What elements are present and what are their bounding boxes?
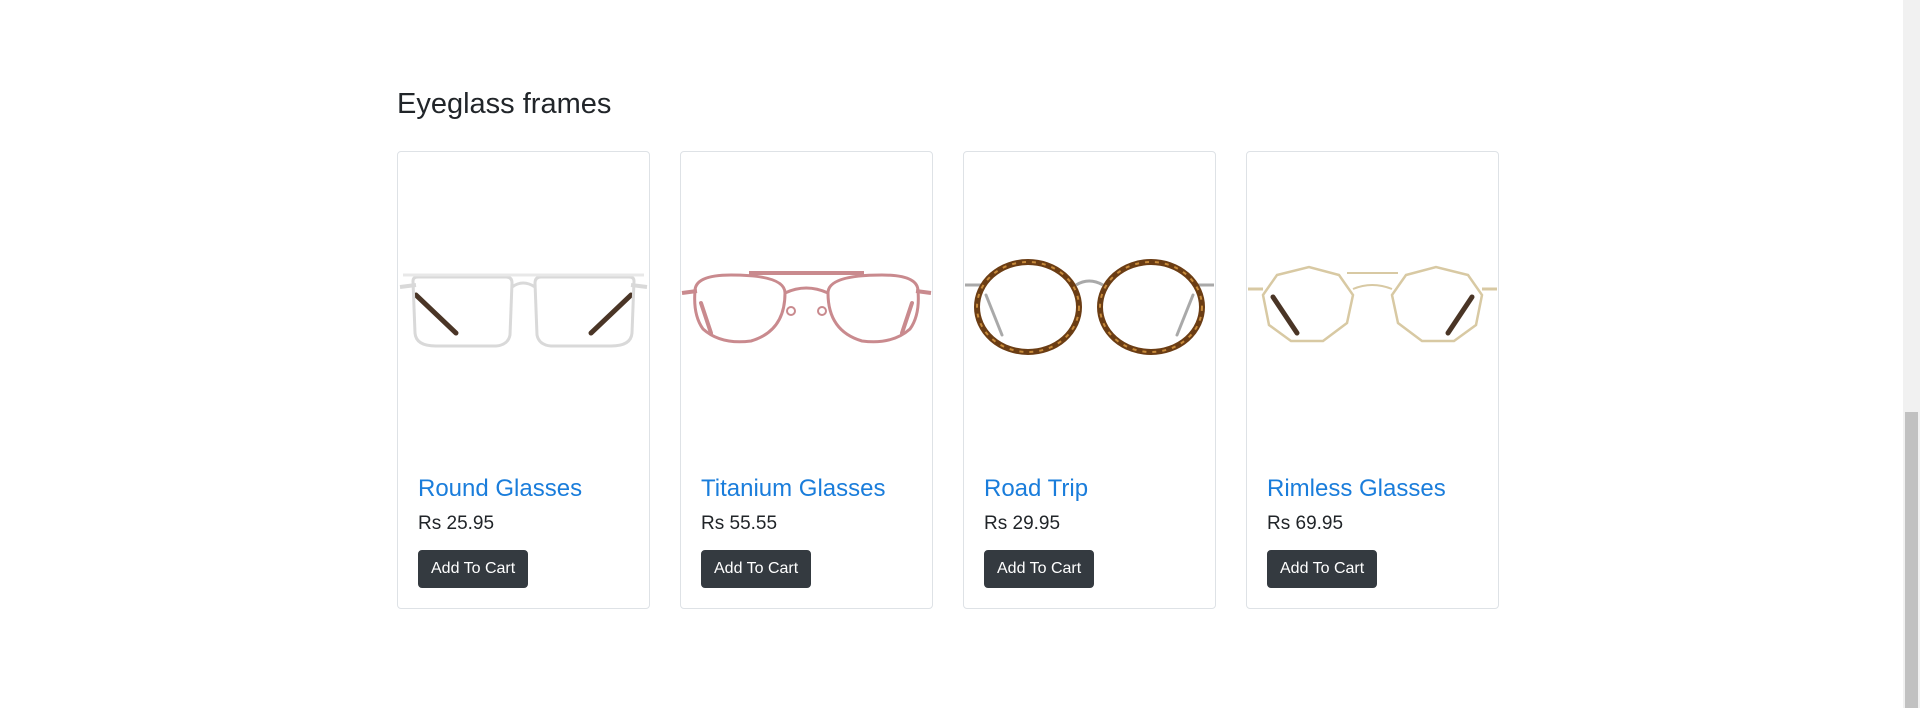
product-title-link[interactable]: Round Glasses <box>418 474 629 504</box>
product-image[interactable] <box>681 152 932 457</box>
product-price: Rs 55.55 <box>701 513 778 534</box>
add-to-cart-button[interactable]: Add To Cart <box>1267 550 1378 588</box>
product-card-body: Round Glasses Rs 25.95 Add To Cart <box>418 474 629 588</box>
add-to-cart-button[interactable]: Add To Cart <box>984 550 1095 588</box>
product-card-body: Titanium Glasses Rs 55.55 Add To Cart <box>701 474 912 588</box>
page: Eyeglass frames Round Glasses Rs 25.95 A… <box>0 0 1920 708</box>
add-to-cart-button[interactable]: Add To Cart <box>418 550 529 588</box>
add-to-cart-button[interactable]: Add To Cart <box>701 550 812 588</box>
section-title: Eyeglass frames <box>397 88 612 120</box>
product-grid: Round Glasses Rs 25.95 Add To Cart Titan… <box>397 151 1499 609</box>
glasses-icon <box>399 273 648 347</box>
scrollbar-thumb[interactable] <box>1905 412 1918 708</box>
product-image[interactable] <box>398 152 649 457</box>
product-image[interactable] <box>1247 152 1498 457</box>
glasses-icon <box>1248 265 1497 342</box>
glasses-icon <box>681 270 932 343</box>
product-card: Titanium Glasses Rs 55.55 Add To Cart <box>680 151 933 609</box>
product-card: Round Glasses Rs 25.95 Add To Cart <box>397 151 650 609</box>
vertical-scrollbar[interactable] <box>1903 0 1920 708</box>
product-title-link[interactable]: Road Trip <box>984 474 1195 504</box>
product-card: Rimless Glasses Rs 69.95 Add To Cart <box>1246 151 1499 609</box>
product-price: Rs 25.95 <box>418 513 495 534</box>
product-image[interactable] <box>964 152 1215 457</box>
product-card-body: Road Trip Rs 29.95 Add To Cart <box>984 474 1195 588</box>
product-price: Rs 29.95 <box>984 513 1061 534</box>
product-title-link[interactable]: Rimless Glasses <box>1267 474 1478 504</box>
product-card: Road Trip Rs 29.95 Add To Cart <box>963 151 1216 609</box>
eyeglass-section: Eyeglass frames Round Glasses Rs 25.95 A… <box>397 84 1507 609</box>
product-card-body: Rimless Glasses Rs 69.95 Add To Cart <box>1267 474 1478 588</box>
glasses-icon <box>965 258 1214 355</box>
product-title-link[interactable]: Titanium Glasses <box>701 474 912 504</box>
product-price: Rs 69.95 <box>1267 513 1344 534</box>
